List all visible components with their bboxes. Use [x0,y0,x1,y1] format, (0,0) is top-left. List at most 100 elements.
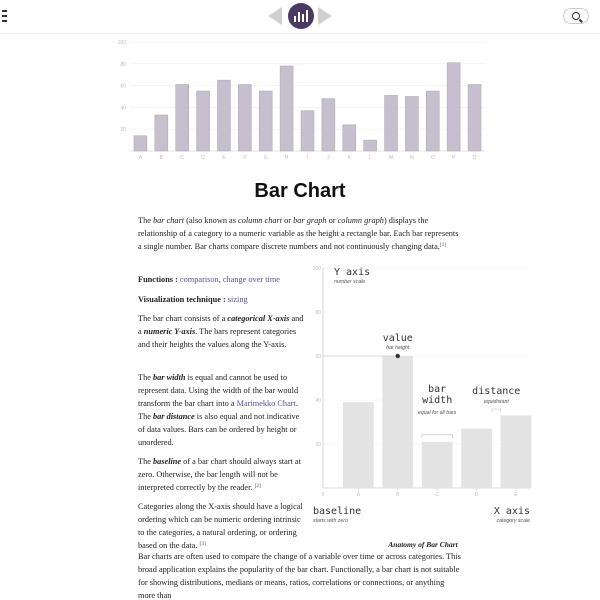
reference-link[interactable]: [2] [255,483,261,489]
hero-bar [426,90,440,152]
term-categorical-x-axis: categorical X-axis [227,314,290,323]
y-tick-label: 80 [315,310,321,316]
x-tick-label: E [514,492,518,498]
y-tick-label: 40 [315,398,321,404]
hero-bar [175,84,189,152]
term-column-graph: column graph [337,216,384,225]
axes-paragraph: The bar chart consists of a categorical … [138,312,308,351]
x-tick-label: C [180,155,184,161]
text-span: Categories along the X-axis should have … [138,502,303,550]
anatomy-bar-chart: 20 40 60 80 100 0 A B C D Evaluebar height Y axisnu… [313,266,532,524]
hero-bar [446,62,461,152]
categories-paragraph: Categories along the X-axis should have … [138,500,308,552]
text-span: The [138,373,153,382]
y-tick-label: 20 [315,442,321,448]
hero-bar [363,139,377,152]
hero-bar [238,84,252,152]
x-tick-label: O [431,155,435,161]
x-tick-label: A [139,155,143,161]
hero-bar [321,98,336,152]
hero-bar [279,65,294,152]
x-tick-label: B [160,155,164,161]
technique-label: Visualization technique : [138,295,226,304]
usage-paragraph: Bar charts are often used to compare the… [138,550,463,600]
term-column-chart: column chart [238,216,283,225]
x-tick-label: F [243,155,246,161]
menu-icon[interactable] [2,10,8,24]
label-baseline: baseline [313,506,361,517]
value-marker [395,353,400,359]
term-bar-distance: bar distance [152,412,195,421]
x-tick-label: E [222,155,226,161]
x-tick-label: M [389,155,393,161]
reference-link[interactable]: [1] [440,242,446,248]
term-bar-chart: bar chart [152,216,185,225]
x-tick-label: D [475,492,479,498]
hero-bar [133,135,148,152]
bar-chart-logo-icon[interactable] [288,3,314,29]
x-tick-label: P [452,155,456,161]
text-span: The bar chart consists of a [138,314,228,323]
term-bar-width: bar width [152,373,186,382]
x-tick-label: 0 [322,492,325,498]
term-baseline: baseline [152,457,182,466]
baseline-paragraph: The baseline of a bar chart should alway… [138,455,308,494]
technique-line: Visualization technique : sizing [138,293,308,306]
x-tick-label: D [201,155,205,161]
x-tick-label: Q [473,155,477,161]
x-tick-label: H [285,155,289,161]
anatomy-bar [343,402,374,488]
label-distance: distance [472,386,520,397]
hero-bar [405,96,419,152]
label-distance-sub: equidistant [484,399,510,405]
search-icon [572,12,580,20]
x-tick-label: N [410,155,414,161]
x-tick-label: J [327,155,330,161]
x-tick-label: I [307,155,308,161]
y-tick-label: 40 [120,105,126,111]
term-numeric-y-axis: numeric Y-axis [143,327,196,336]
x-tick-label: L [369,155,372,161]
x-tick-label: G [264,155,268,161]
text-span: The [138,457,153,466]
functions-label: Functions : [138,275,178,284]
label-x-axis: X axis [494,506,530,517]
label-y-axis: Y axis [334,267,370,278]
anatomy-caption: Anatomy of Bar Chart [388,540,458,549]
text-span: or [326,216,338,225]
bar-width-bracket [421,434,453,438]
x-tick-label: C [435,492,439,498]
sizing-link[interactable]: sizing [228,295,248,304]
distance-bracket [491,408,501,412]
hero-bar [154,114,169,152]
text-span: or [282,216,294,225]
functions-line: Functions : comparison, change over time [138,273,308,286]
change-over-time-link[interactable]: change over time [223,275,280,284]
hero-bar [258,90,273,152]
hero-bar [196,90,210,152]
hero-bar [384,95,398,152]
y-tick-label: 60 [120,84,126,90]
anatomy-bar [461,428,492,488]
marimekko-chart-link[interactable]: Marimekko Chart [237,399,296,408]
anatomy-bar [421,441,453,488]
text-span: (also known as [184,216,239,225]
next-chart-arrow-icon[interactable] [318,7,332,25]
anatomy-bar [500,415,532,488]
previous-chart-arrow-icon[interactable] [268,7,282,25]
search-button[interactable] [563,8,589,24]
y-tick-label: 80 [120,62,126,68]
hero-bar [217,79,231,152]
x-tick-label: A [357,492,361,498]
label-value: value [383,333,413,344]
label-bar-width-sub: equal for all bars [418,410,457,416]
reference-link[interactable]: [3] [200,541,206,547]
header-divider [0,33,600,34]
comparison-link[interactable]: comparison [180,275,219,284]
hero-bar [342,124,357,152]
term-bar-graph: bar graph [293,216,327,225]
hero-bar [300,110,315,152]
y-tick-label: 20 [120,127,126,133]
label-bar-width: bar [428,384,446,395]
x-tick-label: K [348,155,352,161]
